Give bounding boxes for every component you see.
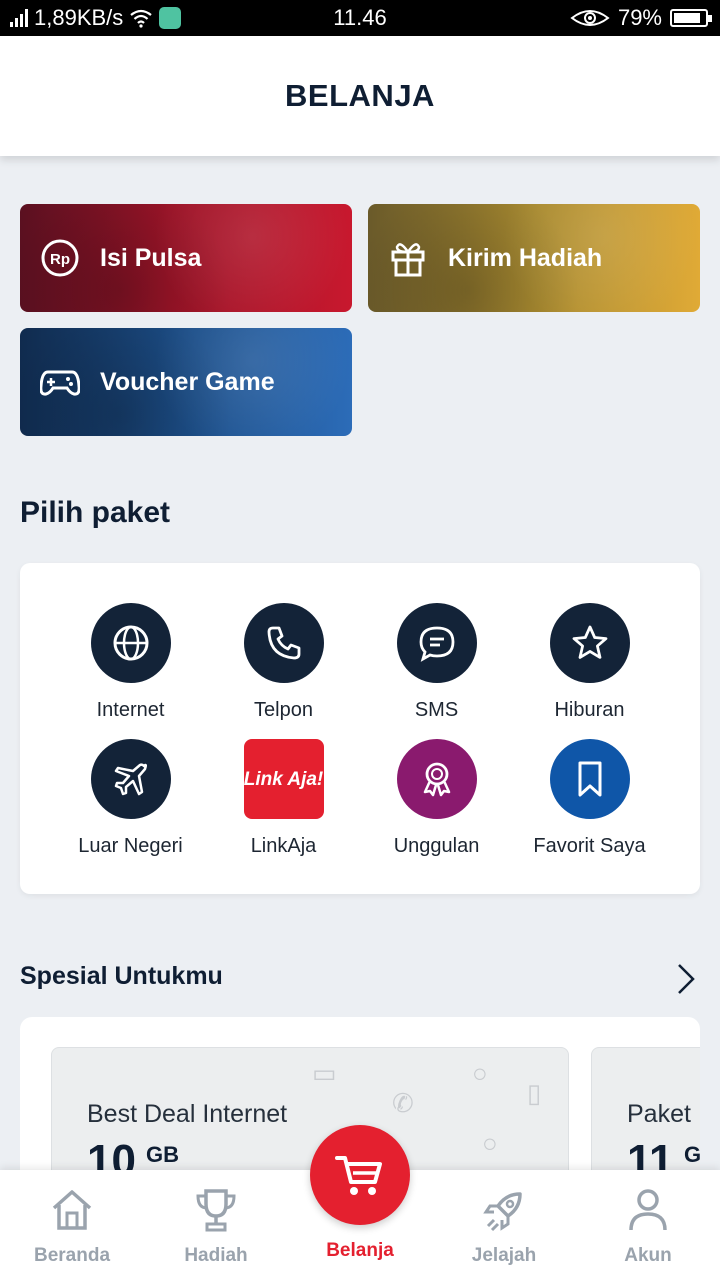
paket-linkaja-label: LinkAja	[250, 835, 317, 857]
nav-belanja-label: Belanja	[326, 1240, 394, 1261]
rocket-icon	[483, 1192, 522, 1232]
nav-jelajah[interactable]: Jelajah	[432, 1186, 576, 1267]
chat-icon	[419, 626, 454, 662]
cart-button[interactable]	[310, 1125, 410, 1225]
paket-unggulan[interactable]: Unggulan	[360, 739, 513, 858]
paket-sms[interactable]: SMS	[360, 603, 513, 722]
phone-icon	[267, 626, 300, 660]
paket-internet[interactable]: Internet	[54, 603, 207, 722]
globe-icon	[113, 625, 148, 661]
trophy-icon	[196, 1189, 236, 1232]
paket-sms-label: SMS	[414, 699, 459, 721]
globe-icon: ○	[472, 1058, 488, 1088]
paket-favorit-saya-label: Favorit Saya	[533, 835, 646, 857]
device-icon: ▯	[527, 1078, 542, 1108]
isi-pulsa-label: Isi Pulsa	[100, 243, 202, 272]
isi-pulsa-button[interactable]: Rp Isi Pulsa	[20, 204, 352, 312]
globe-icon: ○	[482, 1128, 498, 1158]
voucher-game-button[interactable]: Voucher Game	[20, 328, 352, 436]
paket-hiburan[interactable]: Hiburan	[513, 603, 666, 722]
nav-beranda-label: Beranda	[33, 1245, 111, 1266]
plane-icon	[114, 763, 147, 796]
nav-akun-label: Akun	[624, 1245, 672, 1266]
award-icon	[423, 762, 450, 797]
battery-icon	[670, 9, 712, 27]
star-icon	[572, 625, 607, 659]
kirim-hadiah-button[interactable]: Kirim Hadiah	[368, 204, 700, 312]
nav-hadiah-label: Hadiah	[184, 1245, 248, 1266]
rupiah-icon: Rp	[41, 239, 79, 277]
paket-luar-negeri-label: Luar Negeri	[78, 835, 183, 857]
paket-grid: Internet Telpon SMS Hiburan Luar Negeri …	[20, 563, 700, 894]
user-icon	[629, 1189, 667, 1231]
deal-card[interactable]: Paket 11 G	[591, 1047, 700, 1177]
cart-icon	[335, 1156, 382, 1195]
kirim-hadiah-label: Kirim Hadiah	[448, 243, 603, 272]
deal-unit: G	[684, 1142, 700, 1167]
deal-name: Best Deal Internet	[87, 1100, 288, 1128]
nav-beranda[interactable]: Beranda	[0, 1186, 144, 1267]
paket-linkaja[interactable]: Link Aja! LinkAja	[207, 739, 360, 858]
paket-telpon[interactable]: Telpon	[207, 603, 360, 722]
paket-unggulan-label: Unggulan	[393, 835, 480, 857]
deal-card[interactable]: ▭ ✆ ○ ▯ ○ Best Deal Internet 10 GB	[51, 1047, 569, 1177]
voucher-game-label: Voucher Game	[100, 367, 275, 396]
nav-hadiah[interactable]: Hadiah	[144, 1186, 288, 1267]
nav-akun[interactable]: Akun	[576, 1186, 720, 1267]
home-icon	[52, 1190, 92, 1230]
spesial-untukmu-title: Spesial Untukmu	[20, 962, 223, 990]
nav-jelajah-label: Jelajah	[471, 1245, 537, 1266]
app-header: BELANJA	[0, 36, 720, 156]
page-title: BELANJA	[285, 78, 435, 113]
paket-favorit-saya[interactable]: Favorit Saya	[513, 739, 666, 858]
bookmark-icon	[578, 761, 601, 797]
linkaja-logo: Link Aja!	[243, 739, 324, 819]
paket-telpon-label: Telpon	[254, 699, 313, 721]
svg-text:Rp: Rp	[50, 251, 70, 268]
gift-icon	[391, 243, 425, 277]
deal-name: Paket	[627, 1100, 691, 1128]
paket-hiburan-label: Hiburan	[554, 699, 625, 721]
deal-unit: GB	[146, 1142, 179, 1167]
chevron-right-icon[interactable]	[672, 962, 700, 996]
eye-icon	[570, 10, 610, 26]
chat-icon: ▭	[312, 1058, 337, 1088]
paket-internet-label: Internet	[96, 699, 165, 721]
paket-luar-negeri[interactable]: Luar Negeri	[54, 739, 207, 858]
battery-percent: 79%	[617, 5, 662, 30]
phone-icon: ✆	[392, 1088, 414, 1118]
pilih-paket-title: Pilih paket	[20, 496, 171, 529]
gamepad-icon	[40, 370, 80, 396]
status-bar: 1,89KB/s 11.46 79%	[0, 0, 720, 36]
